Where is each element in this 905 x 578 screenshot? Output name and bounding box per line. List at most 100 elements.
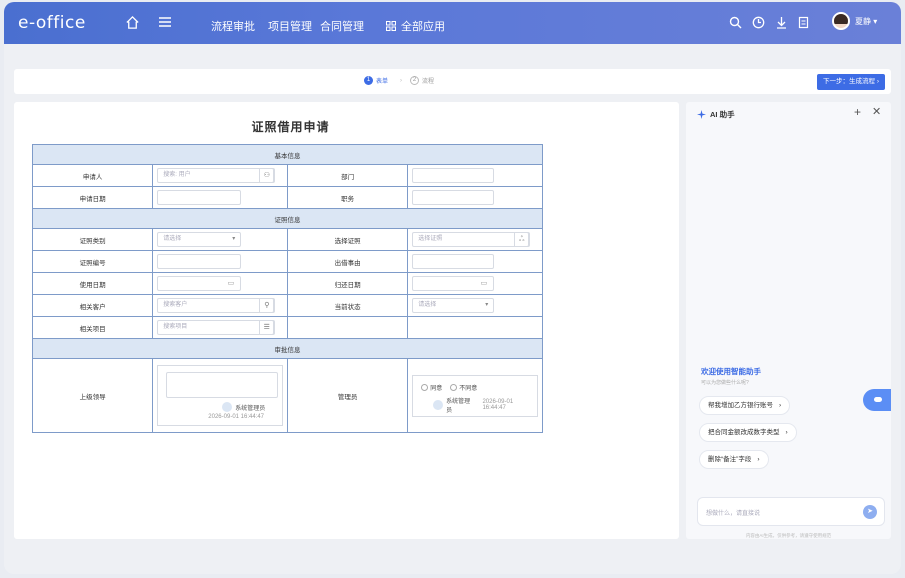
disagree-label: 不同意 [459,385,478,392]
send-icon[interactable]: ➤ [863,505,877,519]
field-label: 证照类别 [31,228,154,251]
signer-name: 系统管理员 [235,405,266,412]
applicant-search-input[interactable]: 搜索: 用户 ⚇ [157,168,276,183]
form-table: 基本信息 申请人 搜索: 用户 ⚇ 部门 申请日期 职务 证照信息 证照类别 请选… [31,144,543,433]
project-search-input[interactable]: 搜索项目 ☰ [157,320,276,335]
section-header-cert: 证照信息 [32,208,543,229]
empty-cell [407,316,543,339]
nav-all-apps[interactable]: 全部应用 [386,18,445,34]
empty-cell [286,316,409,339]
applicant-placeholder: 搜索: 用户 [163,172,191,178]
app-logo[interactable]: e-office [18,13,86,33]
ai-disclaimer: 内容由AI生成，仅供参考，请遵守使用规范 [745,533,832,538]
chevron-right-icon: › [779,402,782,409]
agree-label: 同意 [430,385,443,392]
user-avatar[interactable] [832,12,850,30]
suggestion-chip[interactable]: 帮我增加乙方银行账号 › [699,396,791,415]
superior-comment-textarea[interactable] [166,372,279,398]
document-icon[interactable] [797,16,810,29]
step-number: 1 [364,76,373,85]
select-cert-cell: 选择证照 ஃ [407,228,543,251]
department-input[interactable] [412,168,495,183]
chevron-down-icon: ▾ [485,302,489,308]
signer: 系统管理员 [222,402,265,412]
suggestion-label: 帮我增加乙方银行账号 [708,402,773,409]
signer-avatar [433,399,444,410]
apply-date-cell [152,186,288,209]
step-number: 2 [410,76,419,85]
welcome-title: 欢迎使用智能助手 [701,367,761,376]
disagree-radio[interactable]: 不同意 [450,383,477,392]
apply-date-input[interactable] [157,190,242,205]
calendar-icon[interactable]: ▭ [228,277,235,290]
nav-project-management[interactable]: 项目管理 [268,18,312,34]
customer-search-input[interactable]: 搜索客户 ⚲ [157,298,276,313]
calendar-icon[interactable]: ▭ [481,277,488,290]
suggestion-chip[interactable]: 删除“备注”字段 › [699,450,769,469]
cert-type-select[interactable]: 请选择 ▾ [157,232,242,247]
cert-type-cell: 请选择 ▾ [152,228,288,251]
cert-picker-icon[interactable]: ஃ [514,232,530,247]
admin-approval-cell: 同意 不同意 系统管理员 2026-09-01 16:44:47 [407,358,543,433]
field-label: 上级领导 [31,358,154,433]
menu-icon[interactable] [158,16,172,28]
select-cert-input[interactable]: 选择证照 ஃ [412,232,531,247]
position-input[interactable] [412,190,495,205]
select-cert-placeholder: 选择证照 [418,236,443,242]
sparkle-icon [697,110,706,119]
step-label: 表单 [376,79,389,85]
next-step-button[interactable]: 下一步：生成流程 › [817,74,885,90]
nav-workflow-approval[interactable]: 流程审批 [211,18,255,34]
step-workflow[interactable]: 2 流程 [410,76,434,85]
superior-approval-cell: 系统管理员 2026-09-01 16:44:47 [152,358,288,433]
steps-bar: 1 表单 › 2 流程 下一步：生成流程 › [14,69,891,94]
use-date-input[interactable]: ▭ [157,276,242,291]
welcome-subtitle: 可以为您做些什么呢? [701,380,749,386]
sign-date: 2026-09-01 16:44:47 [208,414,265,420]
search-icon[interactable] [729,16,742,29]
project-placeholder: 搜索项目 [163,324,188,330]
applicant-cell: 搜索: 用户 ⚇ [152,164,288,187]
cert-no-cell [152,250,288,273]
ai-assistant-panel: AI 助手 + ✕ 欢迎使用智能助手 可以为您做些什么呢? 帮我增加乙方银行账号… [686,102,891,539]
field-label: 职务 [286,186,409,209]
home-icon[interactable] [125,15,140,30]
agree-radio[interactable]: 同意 [421,383,442,392]
radio-circle [421,383,429,391]
customer-cell: 搜索客户 ⚲ [152,294,288,317]
chevron-right-icon: › [785,429,788,436]
field-label: 归还日期 [286,272,409,295]
status-select[interactable]: 请选择 ▾ [412,298,495,313]
download-icon[interactable] [775,16,788,29]
nav-contract-management[interactable]: 合同管理 [320,18,364,34]
grid-icon [386,21,396,31]
suggestion-label: 删除“备注”字段 [708,456,752,463]
cert-no-input[interactable] [157,254,242,269]
field-label: 部门 [286,164,409,187]
suggestion-chip[interactable]: 把合同金额改成数字类型 › [699,423,797,442]
signer-name: 系统管理员 [446,398,471,414]
field-label: 证照编号 [31,250,154,273]
field-label: 申请日期 [31,186,154,209]
field-label: 相关项目 [31,316,154,339]
clock-icon[interactable] [752,16,765,29]
customer-picker-icon[interactable]: ⚲ [259,298,275,313]
borrow-reason-input[interactable] [412,254,495,269]
floating-assistant-button[interactable] [863,389,891,411]
user-name[interactable]: 夏静 ▾ [855,16,877,27]
admin-approval-box: 同意 不同意 系统管理员 2026-09-01 16:44:47 [412,374,538,417]
suggestion-label: 把合同金额改成数字类型 [708,429,780,436]
project-picker-icon[interactable]: ☰ [259,320,275,335]
customer-placeholder: 搜索客户 [163,302,188,308]
form-panel: 证照借用申请 基本信息 申请人 搜索: 用户 ⚇ 部门 申请日期 职务 证照信息 … [14,102,679,539]
new-chat-plus-icon[interactable]: + [854,105,861,119]
user-picker-icon[interactable]: ⚇ [259,168,275,183]
borrow-reason-cell [407,250,543,273]
form-title: 证照借用申请 [251,120,330,134]
close-icon[interactable]: ✕ [872,105,881,118]
ai-chat-input[interactable]: 想做什么，请直接说 ➤ [697,497,885,526]
step-form[interactable]: 1 表单 [364,76,388,85]
field-label: 申请人 [31,164,154,187]
step-separator: › [400,78,402,84]
return-date-input[interactable]: ▭ [412,276,495,291]
